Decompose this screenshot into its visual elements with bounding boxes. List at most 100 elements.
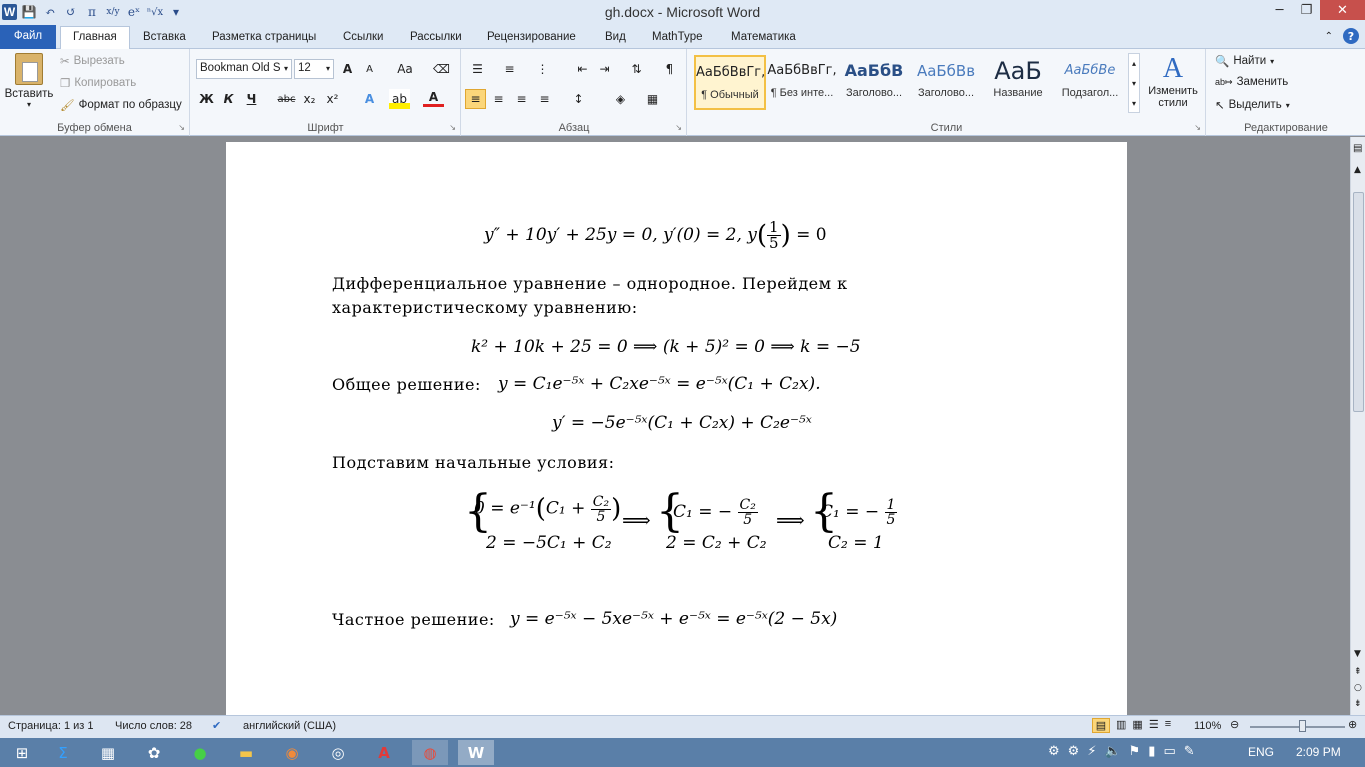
clipboard-launcher-icon[interactable]: ↘ [178, 123, 185, 132]
collapse-ribbon-icon[interactable]: ⌃ [1325, 31, 1333, 42]
copy-button[interactable]: ❐ Копировать [60, 76, 136, 90]
equation-2[interactable]: k² + 10k + 25 = 0 ⟹ (k + 5)² = 0 ⟹ k = −… [471, 337, 861, 357]
increase-indent-icon[interactable]: ⇥ [594, 59, 615, 79]
browse-object-icon[interactable]: ○ [1354, 683, 1362, 693]
signal-icon[interactable]: ▮ [1148, 744, 1155, 759]
font-name-select[interactable]: Bookman Old S ▾ [196, 59, 292, 79]
web-layout-icon[interactable]: ▦ [1132, 718, 1142, 733]
system-1-line-2[interactable]: 2 = −5C₁ + C₂ [486, 533, 612, 553]
font-color-icon[interactable]: A [423, 89, 444, 107]
underline-button[interactable]: Ч [241, 89, 262, 109]
bullets-icon[interactable]: ☰ [467, 59, 488, 79]
app-access-icon[interactable]: A [366, 740, 402, 765]
change-styles-button[interactable]: A Изменить стили [1144, 53, 1202, 109]
flag-icon[interactable]: ⚑ [1129, 744, 1141, 759]
sort-icon[interactable]: ⇅ [626, 59, 647, 79]
system-2-line-1[interactable]: C₁ = − C₂ 5 [673, 498, 758, 527]
replace-button[interactable]: ab↦ Заменить [1215, 76, 1288, 88]
volume-icon[interactable]: 🔈 [1104, 744, 1120, 759]
chrome-icon[interactable]: ◍ [412, 740, 448, 765]
tab-insert[interactable]: Вставка [143, 27, 186, 49]
align-right-icon[interactable]: ≡ [511, 89, 532, 109]
scroll-down-icon[interactable]: ▼ [1354, 649, 1361, 659]
scroll-thumb[interactable] [1353, 192, 1364, 412]
app-sigma-icon[interactable]: Σ [45, 740, 81, 765]
styles-launcher-icon[interactable]: ↘ [1194, 123, 1201, 132]
format-painter-button[interactable]: 🖌 Формат по образцу [60, 98, 182, 112]
tray-power-icon[interactable]: ⚡ [1087, 744, 1096, 759]
style-heading-2[interactable]: АаБбВв Заголово... [910, 55, 982, 110]
draft-view-icon[interactable]: ≡ [1165, 718, 1171, 733]
scroll-up-icon[interactable]: ▲ [1354, 165, 1361, 175]
print-layout-icon[interactable]: ▤ [1092, 718, 1110, 733]
outline-view-icon[interactable]: ☰ [1149, 718, 1159, 733]
spellcheck-icon[interactable]: ✔ [212, 719, 221, 732]
ruler-toggle-icon[interactable]: ▤ [1353, 143, 1362, 154]
minimize-button[interactable]: ─ [1266, 0, 1293, 20]
zoom-in-icon[interactable]: ⊕ [1348, 718, 1357, 731]
explorer-icon[interactable]: ▬ [228, 740, 264, 765]
align-center-icon[interactable]: ≡ [488, 89, 509, 109]
document-page[interactable]: y″ + 10y′ + 25y = 0, y′(0) = 2, y(1 5) = … [226, 142, 1127, 715]
find-button[interactable]: 🔍 Найти ▾ [1215, 54, 1274, 68]
system-3-line-1[interactable]: C₁ = − 15 [820, 498, 898, 527]
multilevel-list-icon[interactable]: ⋮ [532, 59, 553, 79]
decrease-indent-icon[interactable]: ⇤ [572, 59, 593, 79]
paragraph-launcher-icon[interactable]: ↘ [675, 123, 682, 132]
system-2-line-2[interactable]: 2 = C₂ + C₂ [666, 533, 767, 553]
battery-icon[interactable]: ▭ [1163, 744, 1175, 759]
tab-layout[interactable]: Разметка страницы [212, 27, 316, 49]
app-tool-icon[interactable]: ✿ [136, 740, 172, 765]
system-1-line-1[interactable]: 0 = e⁻¹(C₁ + C₂ 5) [474, 494, 621, 524]
vertical-scrollbar[interactable]: ▤ ▲ ▼ ⇞ ○ ⇟ [1350, 137, 1365, 715]
word-count[interactable]: Число слов: 28 [115, 720, 192, 732]
show-marks-button[interactable]: ¶ [659, 59, 680, 79]
tray-app-icon[interactable]: ⚙ [1048, 744, 1060, 759]
strikethrough-button[interactable]: abc [276, 89, 297, 109]
highlight-icon[interactable]: ab [389, 89, 410, 109]
font-size-select[interactable]: 12 ▾ [294, 59, 334, 79]
styles-scroll[interactable]: ▴ ▾ ▾ [1128, 53, 1140, 113]
app-calculator-icon[interactable]: ▦ [90, 740, 126, 765]
next-page-icon[interactable]: ⇟ [1354, 699, 1362, 709]
zoom-slider[interactable] [1250, 720, 1345, 732]
tray-network-app-icon[interactable]: ⚙ [1068, 744, 1080, 759]
reading-view-icon[interactable]: ▥ [1116, 718, 1126, 733]
zoom-slider-thumb[interactable] [1299, 720, 1307, 732]
prev-page-icon[interactable]: ⇞ [1354, 667, 1362, 677]
style-title[interactable]: АаБ Название [982, 55, 1054, 110]
bold-button[interactable]: Ж [196, 89, 217, 109]
style-subtitle[interactable]: АаБбВе Подзагол... [1054, 55, 1126, 110]
zoom-out-icon[interactable]: ⊖ [1230, 718, 1239, 731]
style-no-spacing[interactable]: АаБбВвГг, ¶ Без инте... [766, 55, 838, 110]
justify-icon[interactable]: ≡ [534, 89, 555, 109]
app-camera-icon[interactable]: ◎ [320, 740, 356, 765]
align-left-icon[interactable]: ≡ [465, 89, 486, 109]
app-green-icon[interactable]: ● [182, 740, 218, 765]
close-button[interactable]: ✕ [1320, 0, 1365, 20]
italic-button[interactable]: К [218, 89, 239, 109]
zoom-level[interactable]: 110% [1194, 720, 1221, 732]
subscript-button[interactable]: x₂ [299, 89, 320, 109]
cut-button[interactable]: ✂ Вырезать [60, 54, 125, 68]
language[interactable]: английский (США) [243, 720, 336, 732]
clock[interactable]: 2:09 PM [1296, 745, 1341, 759]
tab-mathtype[interactable]: MathType [652, 27, 703, 49]
paste-button[interactable]: Вставить ▾ [4, 53, 54, 115]
equation-1[interactable]: y″ + 10y′ + 25y = 0, y′(0) = 2, y(1 5) = … [484, 220, 827, 251]
tab-references[interactable]: Ссылки [343, 27, 384, 49]
shrink-font-button[interactable]: A [359, 59, 380, 79]
help-icon[interactable]: ? [1343, 28, 1359, 44]
tab-home[interactable]: Главная [60, 26, 130, 50]
style-normal[interactable]: АаБбВвГг, ¶ Обычный [694, 55, 766, 110]
maximize-button[interactable]: ❐ [1293, 0, 1320, 20]
change-case-button[interactable]: Aa [391, 59, 419, 79]
line-spacing-icon[interactable]: ↕ [568, 89, 589, 109]
shading-icon[interactable]: ◈ [610, 89, 631, 109]
tab-file[interactable]: Файл [0, 25, 56, 49]
tab-review[interactable]: Рецензирование [487, 27, 576, 49]
clear-format-icon[interactable]: ⌫ [431, 59, 452, 79]
superscript-button[interactable]: x² [322, 89, 343, 109]
tab-mailings[interactable]: Рассылки [410, 27, 462, 49]
start-button-icon[interactable]: ⊞ [4, 740, 40, 765]
